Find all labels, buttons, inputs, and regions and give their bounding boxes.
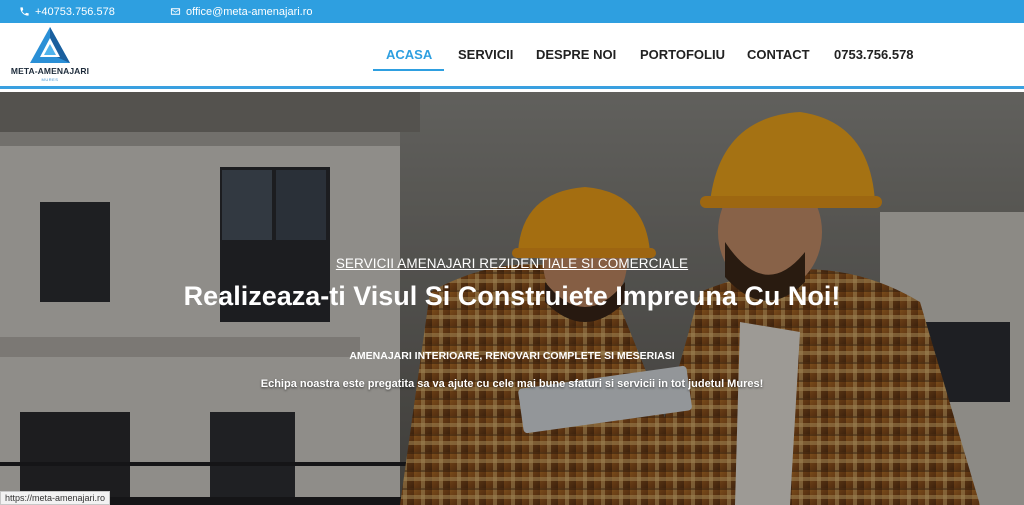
nav-item-portofoliu[interactable]: PORTOFOLIU bbox=[640, 47, 725, 62]
top-contact-bar: +40753.756.578 office@meta-amenajari.ro bbox=[0, 0, 1024, 23]
hero-headline: Realizeaza-ti Visul Si Construiete Impre… bbox=[183, 281, 841, 311]
envelope-icon bbox=[170, 8, 181, 15]
hero-subtitle[interactable]: SERVICII AMENAJARI REZIDENTIALE SI COMER… bbox=[312, 256, 712, 271]
browser-status-url: https://meta-amenajari.ro bbox=[0, 491, 111, 505]
nav-active-indicator bbox=[373, 69, 444, 71]
nav-item-servicii[interactable]: SERVICII bbox=[458, 47, 513, 62]
nav-item-contact[interactable]: CONTACT bbox=[747, 47, 810, 62]
nav-item-phone[interactable]: 0753.756.578 bbox=[834, 47, 914, 62]
topbar-phone-text: +40753.756.578 bbox=[35, 5, 115, 18]
hero-tagline: Echipa noastra este pregatita sa va ajut… bbox=[260, 378, 764, 390]
nav-item-acasa[interactable]: ACASA bbox=[386, 47, 432, 62]
phone-icon bbox=[20, 7, 29, 16]
topbar-email-text: office@meta-amenajari.ro bbox=[186, 5, 313, 18]
site-header: META-AMENAJARI MURES ACASA SERVICII DESP… bbox=[0, 23, 1024, 89]
topbar-email[interactable]: office@meta-amenajari.ro bbox=[170, 0, 313, 23]
hero-services: AMENAJARI INTERIOARE, RENOVARI COMPLETE … bbox=[349, 350, 675, 362]
hero-section: SERVICII AMENAJARI REZIDENTIALE SI COMER… bbox=[0, 92, 1024, 505]
topbar-phone[interactable]: +40753.756.578 bbox=[19, 0, 115, 23]
nav-item-despre-noi[interactable]: DESPRE NOI bbox=[536, 47, 616, 62]
main-navigation: ACASA SERVICII DESPRE NOI PORTOFOLIU CON… bbox=[0, 23, 1024, 89]
